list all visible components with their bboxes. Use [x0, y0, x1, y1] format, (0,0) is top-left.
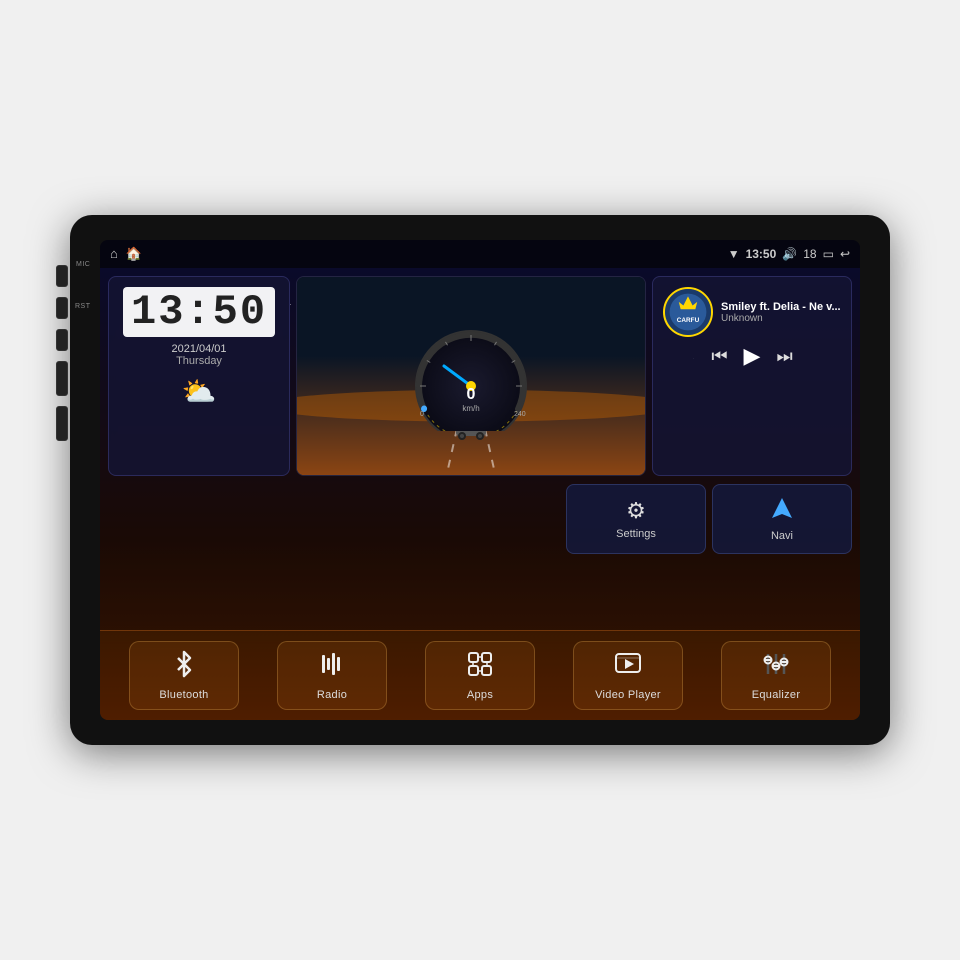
bluetooth-icon [170, 650, 198, 685]
widgets-row: 13:50 2021/04/01 Thursday ⛅ [100, 268, 860, 480]
home2-icon[interactable]: 🏠 [126, 246, 142, 262]
apps-label: Apps [467, 689, 493, 701]
music-controls: ⏮ ▶ ⏭ [663, 343, 841, 369]
settings-label: Settings [616, 528, 656, 540]
dock-equalizer[interactable]: Equalizer [721, 641, 831, 710]
wifi-icon: ▼ [728, 247, 740, 261]
apps-icon [466, 650, 494, 685]
volume-icon: 🔊 [782, 247, 797, 261]
clock-time: 13:50 [123, 287, 275, 337]
status-time: 13:50 [746, 247, 777, 261]
svg-text:CARFU: CARFU [677, 317, 700, 324]
mic-label: MIC [76, 261, 90, 268]
gauge-container: 0 km/h 0 240 [406, 321, 536, 431]
clock-date: 2021/04/01 [123, 343, 275, 355]
music-info: Smiley ft. Delia - Ne v... Unknown [721, 301, 841, 324]
navi-label: Navi [771, 530, 793, 542]
back-icon[interactable]: ↩ [840, 247, 850, 261]
spacer [100, 558, 860, 630]
side-btn-vol-up[interactable] [56, 361, 68, 396]
equalizer-icon [762, 650, 790, 685]
volume-level: 18 [803, 247, 816, 261]
navi-tile[interactable]: Navi [712, 484, 852, 554]
status-left-icons: ⌂ 🏠 [110, 246, 142, 262]
dock-apps[interactable]: Apps [425, 641, 535, 710]
side-btn-power[interactable] [56, 265, 68, 287]
next-button[interactable]: ⏭ [776, 346, 792, 367]
main-content: 13:50 2021/04/01 Thursday ⛅ [100, 268, 860, 720]
album-art: CARFU [663, 287, 713, 337]
second-row: ⚙ Settings Navi [100, 480, 860, 558]
status-bar: ⌂ 🏠 ▼ 13:50 🔊 18 ▭ ↩ [100, 240, 860, 268]
side-buttons [56, 265, 68, 441]
dock-video[interactable]: Video Player [573, 641, 683, 710]
equalizer-label: Equalizer [752, 689, 801, 701]
home-icon[interactable]: ⌂ [110, 246, 118, 262]
bottom-dock: Bluetooth Radio [100, 630, 860, 720]
side-btn-vol-down[interactable] [56, 406, 68, 441]
svg-text:0: 0 [420, 411, 424, 418]
clock-day: Thursday [123, 355, 275, 367]
radio-label: Radio [317, 689, 347, 701]
music-title: Smiley ft. Delia - Ne v... [721, 301, 841, 313]
dock-radio[interactable]: Radio [277, 641, 387, 710]
navi-icon [770, 496, 794, 526]
svg-text:km/h: km/h [462, 404, 479, 413]
side-btn-home[interactable] [56, 297, 68, 319]
video-icon [614, 650, 642, 685]
svg-text:240: 240 [514, 411, 526, 418]
bluetooth-label: Bluetooth [159, 689, 208, 701]
speedometer-widget: 0 km/h 0 240 [296, 276, 646, 476]
screen: ⌂ 🏠 ▼ 13:50 🔊 18 ▭ ↩ [100, 240, 860, 720]
music-widget: CARFU Smiley ft. Delia - Ne v... Unknown… [652, 276, 852, 476]
battery-icon: ▭ [823, 247, 834, 261]
music-top: CARFU Smiley ft. Delia - Ne v... Unknown [663, 287, 841, 337]
status-right: ▼ 13:50 🔊 18 ▭ ↩ [728, 247, 850, 261]
rst-label: RST [75, 303, 91, 310]
gauge-svg: 0 km/h 0 240 [406, 321, 536, 431]
car-head-unit: MIC RST ⌂ 🏠 ▼ 13:50 🔊 18 ▭ ↩ [70, 215, 890, 745]
radio-icon [318, 650, 346, 685]
music-artist: Unknown [721, 313, 841, 324]
clock-widget: 13:50 2021/04/01 Thursday ⛅ [108, 276, 290, 476]
prev-button[interactable]: ⏮ [711, 346, 727, 367]
weather-icon: ⛅ [123, 375, 275, 408]
settings-tile[interactable]: ⚙ Settings [566, 484, 706, 554]
side-btn-back[interactable] [56, 329, 68, 351]
dock-bluetooth[interactable]: Bluetooth [129, 641, 239, 710]
video-label: Video Player [595, 689, 661, 701]
svg-text:0: 0 [467, 386, 476, 403]
settings-icon: ⚙ [626, 498, 646, 524]
play-button[interactable]: ▶ [744, 343, 761, 369]
